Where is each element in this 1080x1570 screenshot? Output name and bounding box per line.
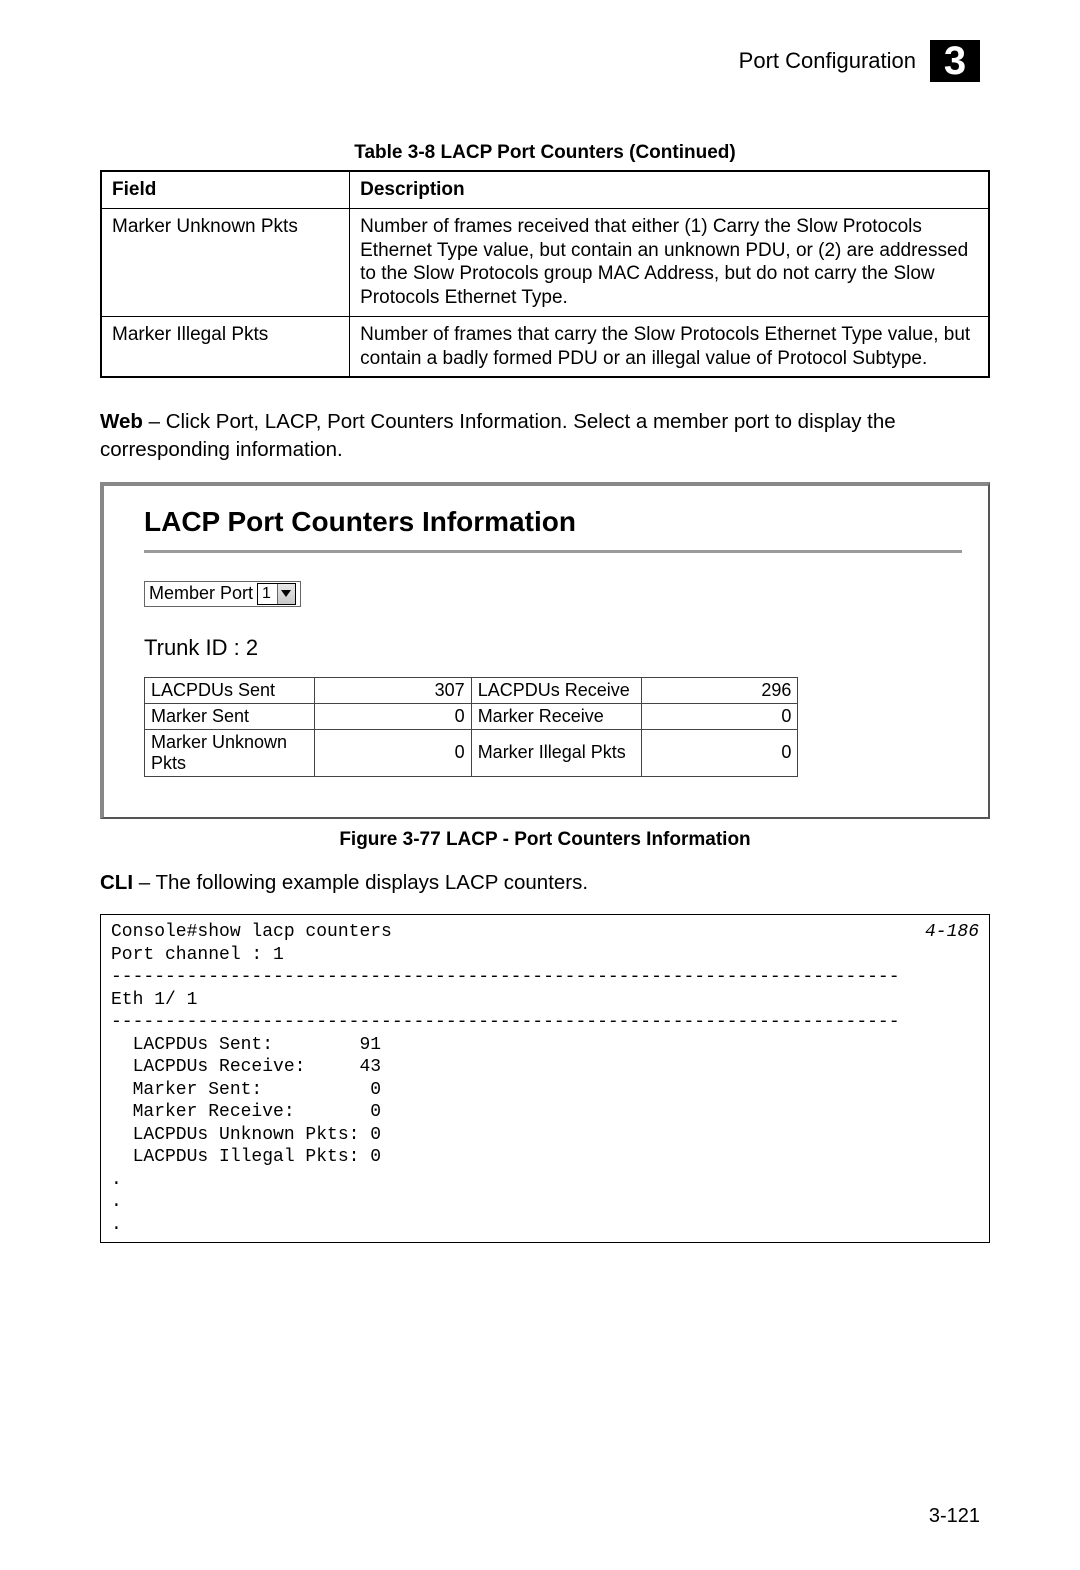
counter-label: LACPDUs Receive <box>471 677 641 703</box>
counter-label: Marker Receive <box>471 703 641 729</box>
counter-label: LACPDUs Sent <box>145 677 315 703</box>
cli-text-block: Console#show lacp counters Port channel … <box>111 922 900 1235</box>
counter-value: 307 <box>314 677 471 703</box>
counter-label: Marker Sent <box>145 703 315 729</box>
cell-field: Marker Illegal Pkts <box>101 316 350 377</box>
page-number: 3-121 <box>929 1505 980 1528</box>
counters-grid: LACPDUs Sent 307 LACPDUs Receive 296 Mar… <box>144 677 798 777</box>
web-instructions: Web – Click Port, LACP, Port Counters In… <box>100 408 990 463</box>
counter-value: 0 <box>641 729 798 776</box>
table-header-row: Field Description <box>101 171 989 208</box>
cli-instructions: CLI – The following example displays LAC… <box>100 869 990 897</box>
table-row: LACPDUs Sent 307 LACPDUs Receive 296 <box>145 677 798 703</box>
chevron-down-icon[interactable] <box>277 584 295 604</box>
web-label: Web <box>100 410 143 433</box>
col-description: Description <box>350 171 989 208</box>
screenshot-title: LACP Port Counters Information <box>144 506 962 538</box>
web-screenshot: LACP Port Counters Information Member Po… <box>100 482 990 819</box>
counter-value: 0 <box>641 703 798 729</box>
cli-page-ref: 4-186 <box>925 921 979 944</box>
member-port-control: Member Port 1 <box>144 581 301 607</box>
table-row: Marker Illegal Pkts Number of frames tha… <box>101 316 989 377</box>
trunk-id-label: Trunk ID : 2 <box>144 635 962 661</box>
header-title: Port Configuration <box>739 48 916 74</box>
table-caption: Table 3-8 LACP Port Counters (Continued) <box>100 142 990 164</box>
table-row: Marker Unknown Pkts Number of frames rec… <box>101 208 989 316</box>
member-port-value: 1 <box>258 585 277 603</box>
cell-field: Marker Unknown Pkts <box>101 208 350 316</box>
web-text: – Click Port, LACP, Port Counters Inform… <box>100 410 896 461</box>
figure-caption: Figure 3-77 LACP - Port Counters Informa… <box>100 829 990 851</box>
counter-label: Marker Illegal Pkts <box>471 729 641 776</box>
divider <box>144 550 962 553</box>
member-port-select[interactable]: 1 <box>257 583 296 605</box>
col-field: Field <box>101 171 350 208</box>
cli-output: 4-186 Console#show lacp counters Port cha… <box>100 914 990 1243</box>
counter-value: 0 <box>314 703 471 729</box>
counter-value: 296 <box>641 677 798 703</box>
page-header: Port Configuration 3 <box>100 40 990 82</box>
cli-text: – The following example displays LACP co… <box>133 871 588 894</box>
table-row: Marker Unknown Pkts 0 Marker Illegal Pkt… <box>145 729 798 776</box>
cell-description: Number of frames that carry the Slow Pro… <box>350 316 989 377</box>
table-row: Marker Sent 0 Marker Receive 0 <box>145 703 798 729</box>
cli-label: CLI <box>100 871 133 894</box>
chapter-number-badge: 3 <box>930 40 980 82</box>
counter-label: Marker Unknown Pkts <box>145 729 315 776</box>
lacp-counters-table: Field Description Marker Unknown Pkts Nu… <box>100 170 990 378</box>
member-port-label: Member Port <box>149 583 253 604</box>
counter-value: 0 <box>314 729 471 776</box>
cell-description: Number of frames received that either (1… <box>350 208 989 316</box>
